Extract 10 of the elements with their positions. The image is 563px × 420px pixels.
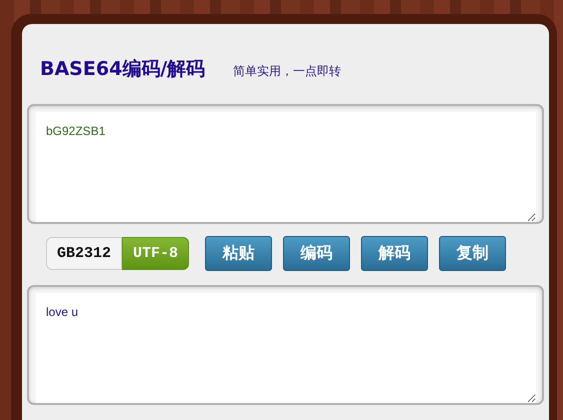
input-field[interactable]: bG92ZSB1: [36, 112, 536, 222]
output-field[interactable]: love u: [36, 293, 536, 403]
encoding-option[interactable]: GB2312: [46, 237, 122, 270]
page-subtitle: 简单实用，一点即转: [233, 63, 342, 80]
action-button[interactable]: 编码: [283, 236, 350, 271]
page-title: BASE64编码/解码: [40, 57, 206, 82]
action-button[interactable]: 复制: [439, 236, 506, 271]
encoding-option[interactable]: UTF-8: [122, 237, 190, 270]
action-button[interactable]: 粘贴: [205, 236, 272, 271]
action-button[interactable]: 解码: [361, 236, 428, 271]
